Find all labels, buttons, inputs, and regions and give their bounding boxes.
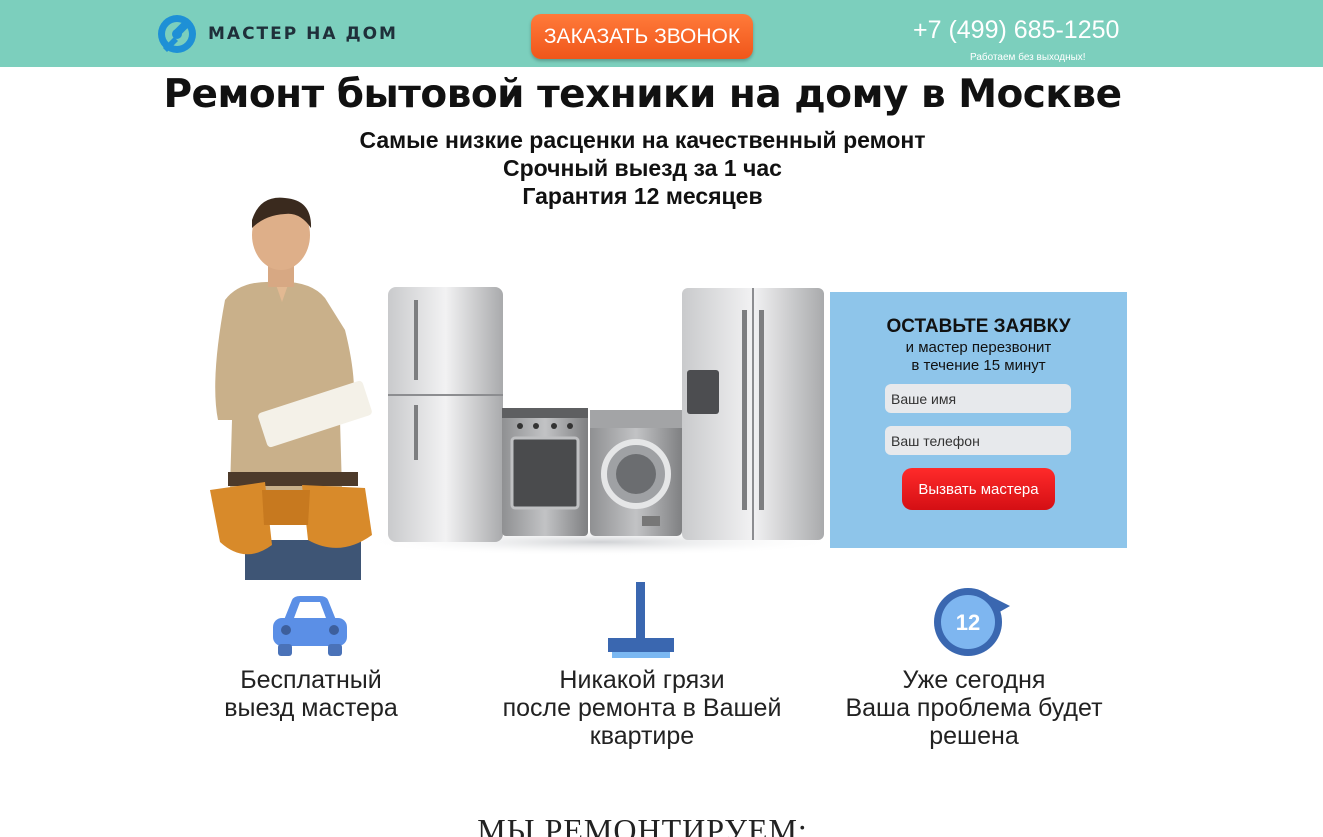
section-title-we-repair: МЫ РЕМОНТИРУЕМ:	[477, 812, 808, 837]
fridge-right	[682, 288, 824, 540]
form-title: ОСТАВЬТЕ ЗАЯВКУ	[886, 316, 1071, 337]
feature-line: Никакой грязи	[559, 666, 725, 694]
washing-machine	[590, 410, 682, 536]
technician	[210, 197, 372, 580]
feature-today: Уже сегодня Ваша проблема будет решена	[824, 666, 1124, 750]
order-call-button[interactable]: ЗАКАЗАТЬ ЗВОНОК	[531, 14, 753, 59]
feature-free-visit: Бесплатный выезд мастера	[191, 666, 431, 722]
fridge-left	[388, 287, 503, 542]
page-title: Ремонт бытовой техники на дому в Москве	[163, 72, 1122, 117]
work-schedule-note: Работаем без выходных!	[970, 52, 1086, 63]
form-subtitle-line2: в течение 15 минут	[911, 357, 1046, 374]
wrench-logo-icon	[158, 15, 196, 53]
feature-line: решена	[929, 722, 1019, 750]
feature-line: квартире	[589, 722, 695, 750]
feature-line: Уже сегодня	[902, 666, 1046, 694]
feature-line: выезд мастера	[224, 694, 398, 722]
logo-text: МАСТЕР НА ДОМ	[208, 24, 398, 44]
subtitle-urgent: Срочный выезд за 1 час	[503, 155, 782, 181]
phone-number[interactable]: +7 (499) 685-1250	[913, 16, 1119, 45]
feature-line: после ремонта в Вашей	[502, 694, 782, 722]
stove	[502, 408, 588, 536]
subtitle-prices: Самые низкие расценки на качественный ре…	[359, 127, 926, 153]
feature-line: Ваша проблема будет	[845, 694, 1103, 722]
top-header: МАСТЕР НА ДОМ ЗАКАЗАТЬ ЗВОНОК +7 (499) 6…	[0, 0, 1323, 67]
mop-icon	[608, 582, 674, 658]
logo[interactable]: МАСТЕР НА ДОМ	[157, 14, 398, 54]
hero-image-technician-appliances	[210, 197, 830, 580]
clock-12-icon: 12	[934, 588, 1010, 656]
car-icon	[273, 596, 347, 656]
call-master-button[interactable]: Вызвать мастера	[902, 468, 1055, 510]
phone-input[interactable]	[885, 426, 1071, 455]
name-input[interactable]	[885, 384, 1071, 413]
feature-no-dirt: Никакой грязи после ремонта в Вашей квар…	[482, 666, 802, 750]
feature-line: Бесплатный	[240, 666, 382, 694]
clock-badge: 12	[956, 610, 980, 635]
form-subtitle-line1: и мастер перезвонит	[905, 339, 1052, 356]
